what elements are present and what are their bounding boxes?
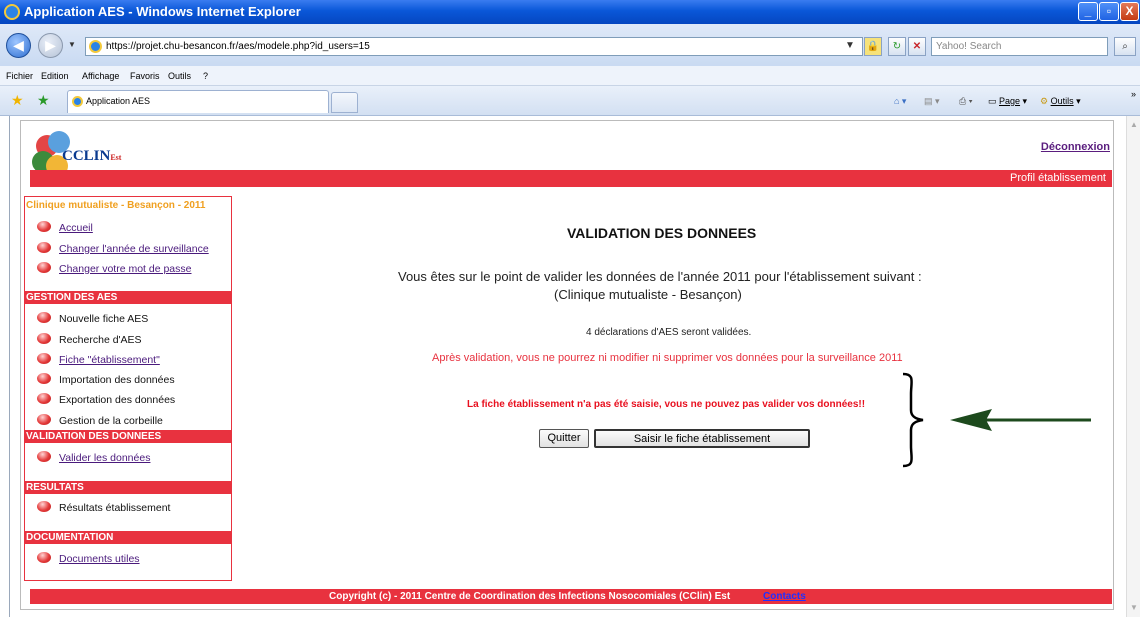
sidebar-item-label: Résultats établissement	[59, 502, 171, 514]
chevron-more-icon[interactable]: »	[1131, 89, 1136, 99]
logo-text: CCLINEst	[62, 148, 121, 165]
declaration-count: 4 déclarations d'AES seront validées.	[586, 327, 752, 338]
sidebar-item-label: Importation des données	[59, 374, 175, 386]
page-menu[interactable]: ▭ Page ▾	[988, 96, 1027, 107]
sidebar-item-label: Gestion de la corbeille	[59, 415, 163, 427]
new-tab-button[interactable]	[331, 92, 358, 113]
bullet-icon	[37, 353, 51, 364]
sidebar-item-label: Nouvelle fiche AES	[59, 313, 149, 325]
home-icon[interactable]: ⌂ ▾	[894, 96, 906, 107]
bullet-icon	[37, 393, 51, 404]
search-input[interactable]: Yahoo! Search	[931, 37, 1108, 56]
title-bar: Application AES - Windows Internet Explo…	[0, 0, 1140, 24]
minimize-button[interactable]: _	[1078, 2, 1098, 21]
back-button[interactable]: ◀	[6, 33, 31, 58]
bullet-icon	[37, 262, 51, 273]
scroll-up-icon[interactable]: ▲	[1129, 120, 1139, 130]
error-message: La fiche établissement n'a pas été saisi…	[467, 399, 866, 410]
section-heading-resultats: RESULTATS	[25, 481, 231, 494]
establishment-name: (Clinique mutualiste - Besançon)	[554, 287, 742, 302]
favorites-star-icon[interactable]: ★	[11, 93, 25, 107]
maximize-button[interactable]: ▫	[1099, 2, 1119, 21]
tab-bar: ★ ★ Application AES ⌂ ▾ ▤ ▾ ⎙ ▾ ▭ Page ▾…	[0, 86, 1140, 116]
fiche-etablissement-button[interactable]: Saisir le fiche établissement	[594, 429, 810, 448]
menu-help[interactable]: ?	[203, 71, 208, 81]
close-button[interactable]: X	[1120, 2, 1139, 21]
bullet-icon	[37, 451, 51, 462]
logo-name: CCLIN	[62, 148, 111, 164]
header-bar: Profil établissement	[30, 170, 1112, 187]
add-favorite-icon[interactable]: ★	[37, 93, 51, 107]
footer-bar: Copyright (c) - 2011 Centre de Coordinat…	[30, 589, 1112, 604]
contacts-link[interactable]: Contacts	[763, 589, 806, 604]
sidebar-item-label: Fiche "établissement"	[59, 354, 160, 366]
page-icon	[89, 40, 102, 53]
section-heading-gestion: GESTION DES AES	[25, 291, 231, 304]
bullet-icon	[37, 242, 51, 253]
sidebar-item-label: Accueil	[59, 222, 93, 234]
bullet-icon	[37, 221, 51, 232]
tab-application-aes[interactable]: Application AES	[67, 90, 329, 113]
logout-link[interactable]: Déconnexion	[1041, 141, 1110, 153]
print-icon[interactable]: ⎙ ▾	[959, 96, 972, 107]
scroll-down-icon[interactable]: ▼	[1129, 603, 1139, 613]
menu-favoris[interactable]: Favoris	[130, 71, 160, 81]
page-title: VALIDATION DES DONNEES	[567, 225, 757, 241]
search-icon[interactable]: ⌕	[1114, 37, 1136, 56]
sidebar-item-label: Changer votre mot de passe	[59, 263, 192, 275]
bullet-icon	[37, 552, 51, 563]
sidebar-item-label: Recherche d'AES	[59, 334, 142, 346]
tab-label: Application AES	[86, 96, 151, 106]
profile-label: Profil établissement	[1010, 172, 1106, 184]
menu-bar: Fichier Edition Affichage Favoris Outils…	[0, 66, 1140, 86]
tools-menu-label: Outils	[1050, 96, 1074, 106]
feeds-icon[interactable]: ▤ ▾	[924, 96, 940, 107]
section-heading-documentation: DOCUMENTATION	[25, 531, 231, 544]
sidebar-item-label: Documents utiles	[59, 553, 140, 565]
gear-icon: ⚙	[1040, 96, 1049, 106]
sidebar-item-label: Exportation des données	[59, 394, 176, 406]
bullet-icon	[37, 373, 51, 384]
window-title: Application AES - Windows Internet Explo…	[24, 4, 301, 19]
intro-text: Vous êtes sur le point de valider les do…	[398, 269, 922, 284]
section-heading-validation: VALIDATION DES DONNEES	[25, 430, 231, 443]
menu-outils[interactable]: Outils	[168, 71, 191, 81]
sidebar-item-label: Changer l'année de surveillance	[59, 243, 209, 255]
url-input[interactable]: https://projet.chu-besancon.fr/aes/model…	[85, 37, 863, 56]
forward-button[interactable]: ▶	[38, 33, 63, 58]
page-menu-label: Page	[999, 96, 1021, 106]
browser-window: Application AES - Windows Internet Explo…	[0, 0, 1140, 617]
quit-button[interactable]: Quitter	[539, 429, 589, 448]
copyright-text: Copyright (c) - 2011 Centre de Coordinat…	[329, 591, 731, 602]
menu-affichage[interactable]: Affichage	[82, 71, 119, 81]
lock-icon[interactable]: 🔒	[864, 37, 882, 56]
arrow-annotation	[950, 409, 1091, 431]
url-text: https://projet.chu-besancon.fr/aes/model…	[106, 41, 370, 52]
curly-brace-annotation	[902, 372, 924, 468]
validation-warning: Après validation, vous ne pourrez ni mod…	[432, 352, 903, 364]
history-dropdown-icon[interactable]: ▼	[68, 40, 76, 49]
menu-edition[interactable]: Edition	[41, 71, 69, 81]
url-dropdown-icon[interactable]: ▼	[841, 37, 859, 56]
logo-suffix: Est	[110, 153, 122, 162]
refresh-icon[interactable]: ↻	[888, 37, 906, 56]
sidebar-title: Clinique mutualiste - Besançon - 2011	[26, 200, 206, 211]
bullet-icon	[37, 333, 51, 344]
menu-fichier[interactable]: Fichier	[6, 71, 33, 81]
bullet-icon	[37, 501, 51, 512]
tools-menu[interactable]: ⚙ Outils ▾	[1040, 96, 1081, 107]
bullet-icon	[37, 414, 51, 425]
tab-page-icon	[72, 96, 83, 107]
vertical-scrollbar[interactable]: ▲ ▼	[1126, 116, 1140, 617]
ie-logo-icon	[4, 4, 20, 20]
address-toolbar: ◀ ▶ ▼ https://projet.chu-besancon.fr/aes…	[0, 24, 1140, 66]
sidebar: Clinique mutualiste - Besançon - 2011 Ac…	[24, 196, 232, 581]
sidebar-item-label: Valider les données	[59, 452, 151, 464]
stop-icon[interactable]: ✕	[908, 37, 926, 56]
bullet-icon	[37, 312, 51, 323]
